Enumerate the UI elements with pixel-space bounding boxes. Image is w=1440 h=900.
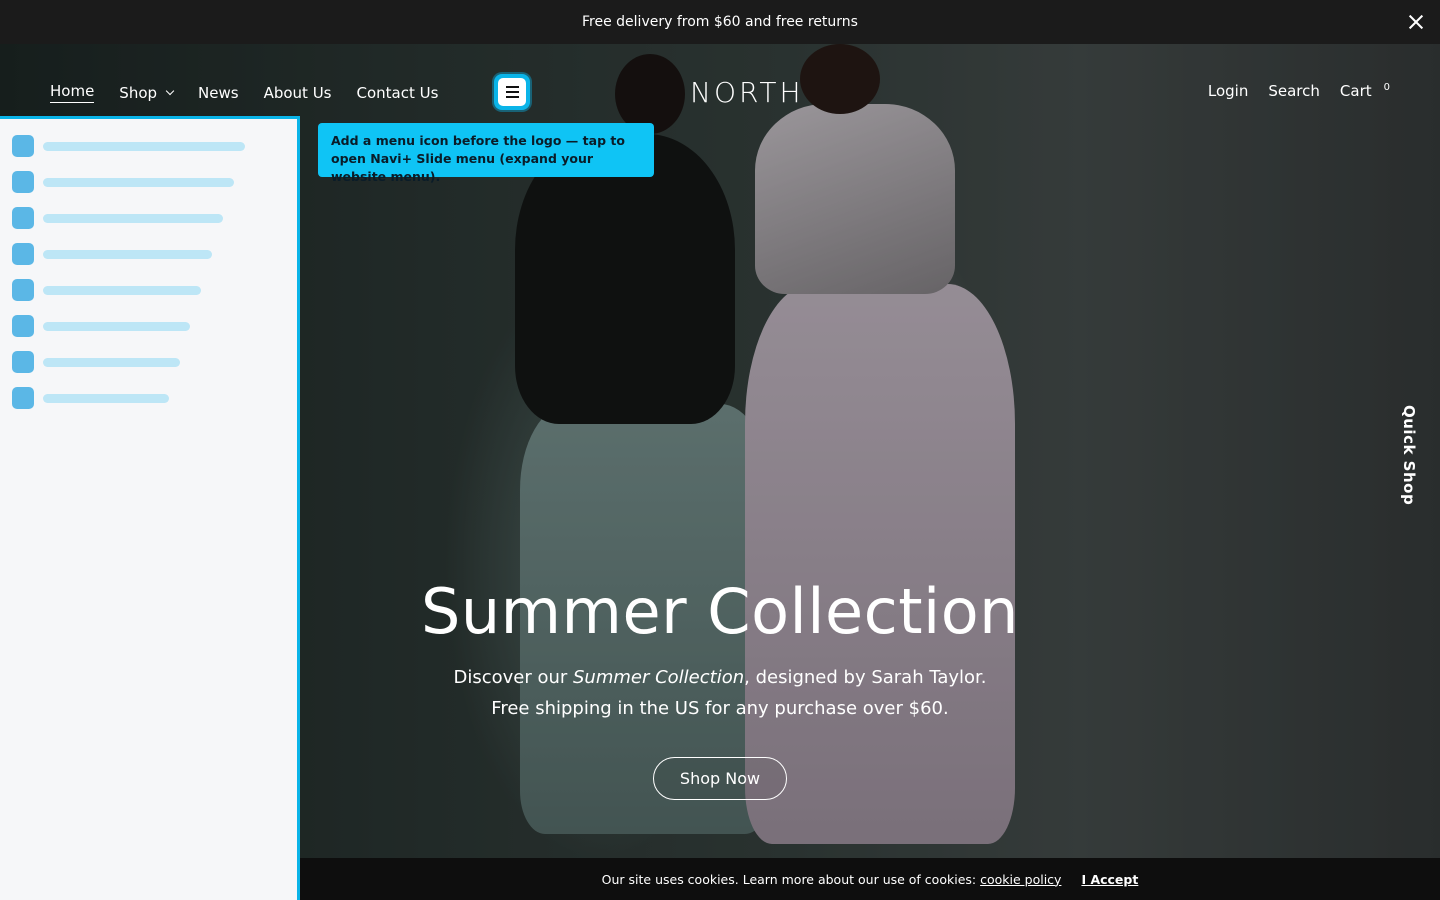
cart-link[interactable]: Cart 0 [1340,82,1390,100]
cookie-policy-link[interactable]: cookie policy [980,872,1061,887]
cart-count-badge: 0 [1383,82,1390,93]
nav-item-label: About Us [263,83,332,102]
skeleton-icon [12,351,34,373]
cookie-text: Our site uses cookies. Learn more about … [602,872,1062,887]
close-icon[interactable] [1402,8,1430,36]
skeleton-bar [43,357,180,367]
nav-item-contact[interactable]: Contact Us [357,82,439,103]
skeleton-icon [12,387,34,409]
skeleton-icon [12,207,34,229]
skeleton-bar [43,177,234,187]
hero-subtitle-prefix: Discover our [453,667,573,688]
main-nav: Home Shop News About Us Contact Us [50,82,438,103]
nav-item-label: Shop [119,83,158,102]
skeleton-item [12,279,201,301]
skeleton-icon [12,315,34,337]
header-actions: Login Search Cart 0 [1208,82,1390,100]
skeleton-icon [12,243,34,265]
skeleton-bar [43,393,169,403]
slide-menu-button[interactable] [494,74,530,110]
skeleton-bar [43,321,190,331]
skeleton-bar [43,285,201,295]
chevron-down-icon [165,86,175,95]
hamburger-menu-icon [498,78,526,106]
site-header: Home Shop News About Us Contact Us NORTH… [0,44,1440,116]
skeleton-icon [12,135,34,157]
skeleton-item [12,387,169,409]
nav-item-shop[interactable]: Shop [119,82,175,103]
quick-shop-tab[interactable]: Quick Shop [1400,405,1418,505]
skeleton-item [12,135,245,157]
nav-item-label: Home [50,82,95,103]
hero-subtitle-emphasis: Summer Collection [573,667,745,688]
menu-tooltip: Add a menu icon before the logo — tap to… [318,123,654,184]
skeleton-item [12,243,212,265]
nav-item-about[interactable]: About Us [264,82,332,103]
announcement-bar: Free delivery from $60 and free returns [0,0,1440,44]
nav-item-news[interactable]: News [198,82,239,103]
skeleton-icon [12,171,34,193]
site-logo[interactable]: NORTH [690,76,804,109]
skeleton-item [12,207,223,229]
cart-label: Cart [1339,82,1372,100]
search-link[interactable]: Search [1268,82,1320,100]
skeleton-icon [12,279,34,301]
skeleton-item [12,171,234,193]
skeleton-item [12,315,190,337]
nav-item-label: Contact Us [356,83,439,102]
shop-now-button[interactable]: Shop Now [653,757,787,800]
cookie-message: Our site uses cookies. Learn more about … [601,871,977,887]
accept-cookies-button[interactable]: I Accept [1081,872,1138,887]
login-link[interactable]: Login [1208,82,1248,100]
announcement-text: Free delivery from $60 and free returns [582,14,858,30]
skeleton-bar [43,249,212,259]
slide-menu-panel [0,116,300,900]
nav-item-label: News [198,83,239,102]
nav-item-home[interactable]: Home [50,82,95,103]
cookie-banner: Our site uses cookies. Learn more about … [300,858,1440,900]
skeleton-bar [43,213,223,223]
hero-subtitle-suffix: , designed by Sarah Taylor. [744,667,987,688]
skeleton-item [12,351,180,373]
skeleton-bar [43,141,245,151]
